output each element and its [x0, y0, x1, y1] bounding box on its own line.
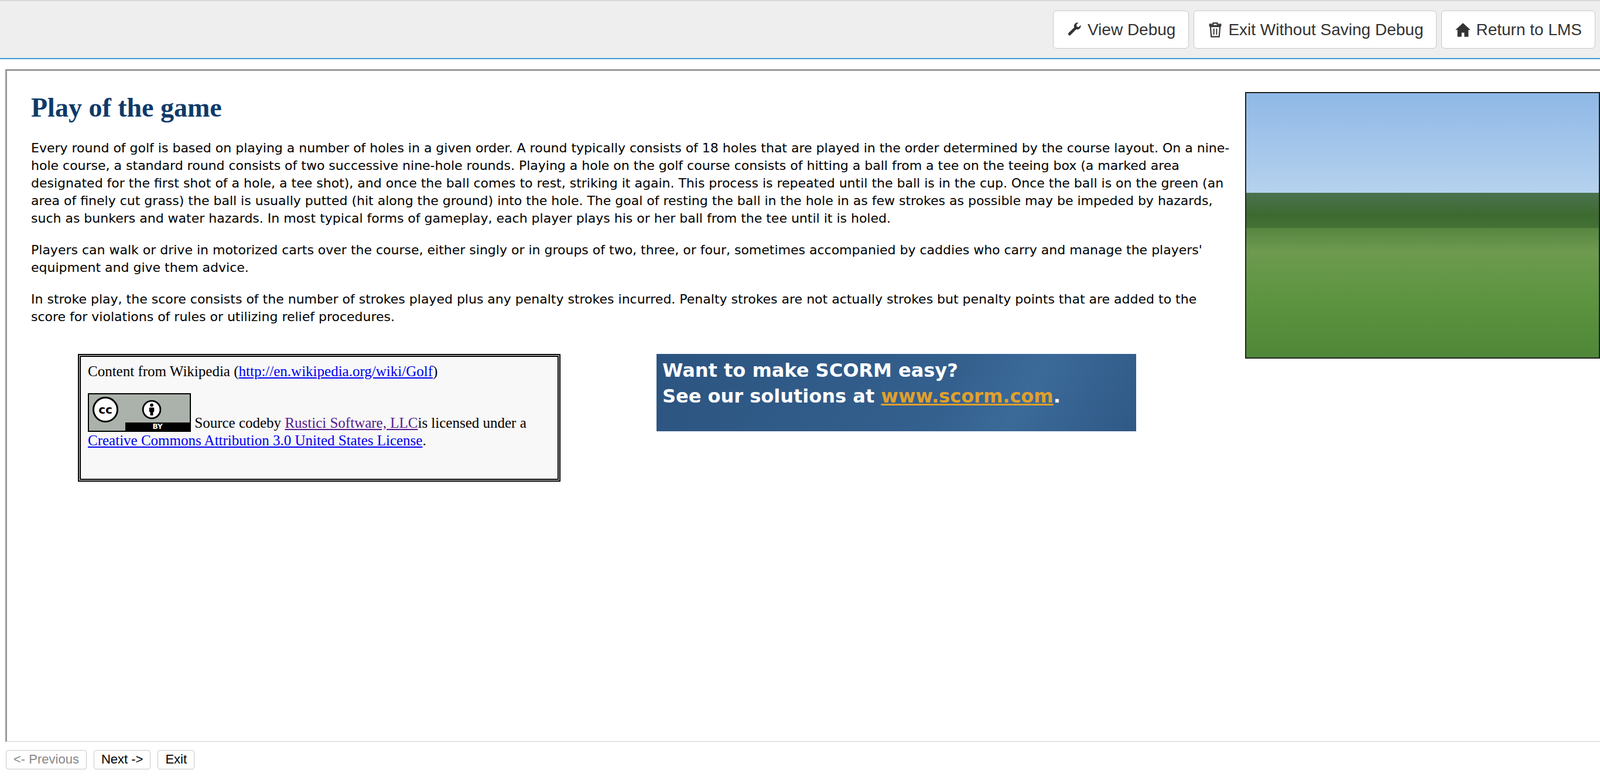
content-frame: Play of the game Every round of golf is b…	[5, 69, 1600, 742]
page-heading: Play of the game	[31, 91, 1233, 123]
toolbar-button[interactable]: Return to LMS	[1441, 10, 1596, 49]
scorm-banner: Want to make SCORM easy?See our solution…	[656, 353, 1137, 432]
lesson-content: Play of the game Every round of golf is b…	[7, 70, 1600, 482]
toolbar-button-label: Return to LMS	[1475, 20, 1582, 40]
photo-trees	[1246, 192, 1599, 228]
nav-button[interactable]: Exit	[157, 749, 195, 769]
credit-box: Content from Wikipedia (http://en.wikipe…	[77, 353, 561, 482]
wikipedia-link[interactable]: http://en.wikipedia.org/wiki/Golf	[238, 363, 433, 379]
debug-toolbar: View Debug Exit Without Saving Debug Retur…	[0, 0, 1600, 60]
toolbar-button-label: Exit Without Saving Debug	[1228, 20, 1424, 40]
credit-row: Content from Wikipedia (http://en.wikipe…	[77, 353, 1233, 482]
banner-text: See our solutions at www.scorm.com.	[662, 383, 1131, 409]
paragraph: Players can walk or drive in motorized c…	[31, 241, 1233, 277]
license-link[interactable]: Creative Commons Attribution 3.0 United …	[87, 432, 423, 449]
trash-icon	[1207, 21, 1224, 39]
nav-button[interactable]: Next ->	[93, 749, 152, 769]
nav-bar: <- Previous Next ->Exit	[0, 741, 1600, 777]
toolbar-button[interactable]: Exit Without Saving Debug	[1193, 10, 1437, 49]
badge-label: BY	[125, 422, 190, 431]
license-line: ccBY Source codeby Rustici Software, LLC…	[87, 392, 551, 450]
cc-symbol: cc	[92, 396, 119, 423]
home-icon	[1454, 21, 1472, 39]
toolbar-button[interactable]: View Debug	[1053, 10, 1189, 49]
attribution-icon	[141, 399, 162, 420]
paragraph: Every round of golf is based on playing …	[31, 139, 1233, 228]
golf-course-photo	[1245, 91, 1600, 359]
toolbar-button-label: View Debug	[1087, 20, 1176, 40]
cc-badge[interactable]: cc BY	[87, 392, 191, 432]
scorm-link[interactable]: www.scorm.com	[880, 384, 1054, 408]
wrench-icon	[1066, 21, 1083, 39]
text-column: Play of the game Every round of golf is b…	[31, 91, 1233, 482]
scorm-player: View Debug Exit Without Saving Debug Retur…	[0, 0, 1600, 777]
source-line: Content from Wikipedia (http://en.wikipe…	[87, 362, 551, 381]
nav-button[interactable]: <- Previous	[5, 749, 87, 769]
paragraph: In stroke play, the score consists of th…	[31, 290, 1233, 326]
banner-title: Want to make SCORM easy?	[662, 357, 1131, 384]
author-link[interactable]: Rustici Software, LLC	[284, 414, 418, 431]
badge-symbols: cc	[89, 394, 190, 423]
